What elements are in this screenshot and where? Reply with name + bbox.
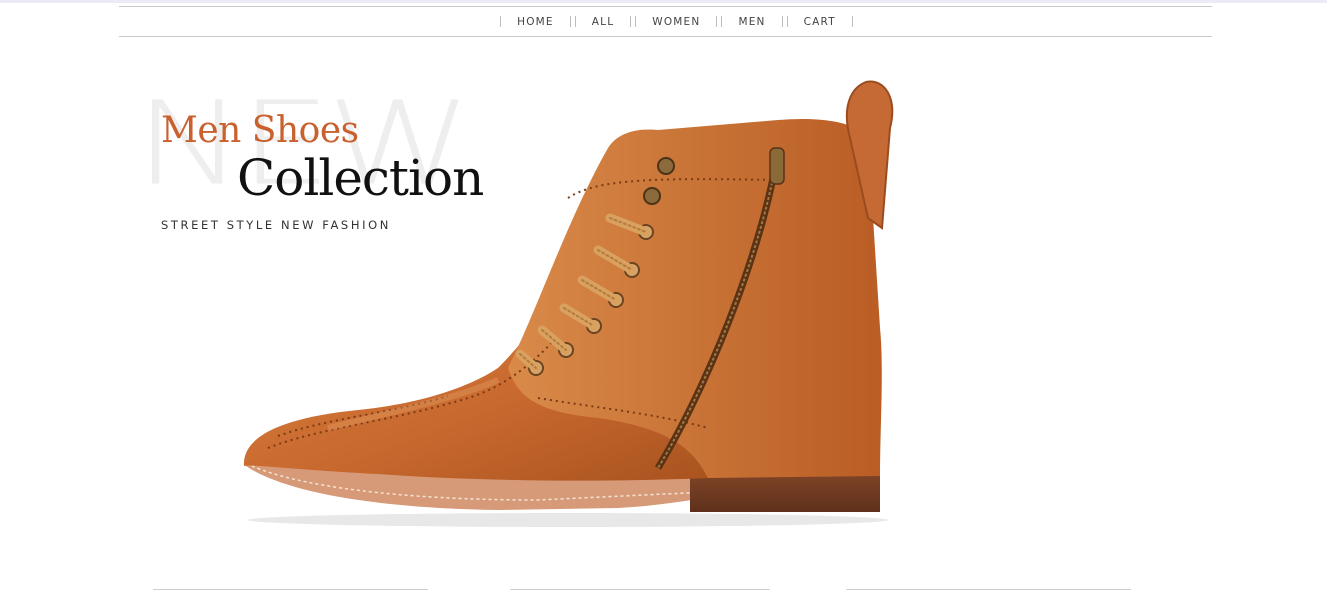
zipper-pull — [769, 147, 785, 185]
nav-item-women[interactable]: WOMEN — [638, 16, 714, 28]
hero-banner: NEW Men Shoes Collection STREET STYLE NE… — [0, 36, 1327, 556]
shadow — [248, 513, 888, 527]
top-navigation: HOME ALL WOMEN MEN CART — [119, 6, 1212, 37]
nav-divider — [630, 16, 637, 27]
nav-divider — [500, 16, 502, 27]
nav-divider — [569, 16, 576, 27]
nav-item-all[interactable]: ALL — [578, 16, 628, 28]
section-divider — [846, 589, 1131, 590]
nav-divider — [781, 16, 788, 27]
nav-menu: HOME ALL WOMEN MEN CART — [498, 16, 855, 28]
nav-divider — [716, 16, 723, 27]
section-divider — [510, 589, 770, 590]
nav-item-home[interactable]: HOME — [503, 16, 568, 28]
top-strip — [0, 0, 1327, 3]
nav-divider — [851, 16, 853, 27]
section-divider — [153, 589, 428, 590]
nav-item-cart[interactable]: CART — [790, 16, 850, 28]
leather-boot-image — [243, 80, 894, 527]
nav-item-men[interactable]: MEN — [724, 16, 779, 28]
